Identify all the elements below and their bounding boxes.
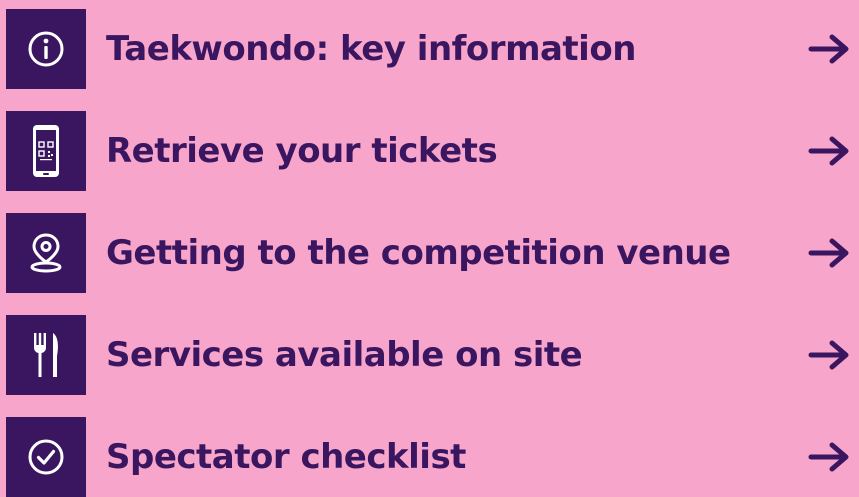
arrow-right-icon xyxy=(805,31,853,67)
checkmark-circle-icon xyxy=(6,417,86,497)
menu-item-services-on-site[interactable]: Services available on site xyxy=(6,315,859,395)
menu-item-label: Getting to the competition venue xyxy=(106,233,731,273)
menu-item-getting-to-venue[interactable]: Getting to the competition venue xyxy=(6,213,859,293)
menu-item-label: Taekwondo: key information xyxy=(106,29,636,69)
menu-item-retrieve-tickets[interactable]: Retrieve your tickets xyxy=(6,111,859,191)
map-pin-icon xyxy=(6,213,86,293)
menu-item-label: Retrieve your tickets xyxy=(106,131,498,171)
info-icon xyxy=(6,9,86,89)
info-menu: Taekwondo: key information Retrieve your… xyxy=(0,0,859,497)
menu-item-label: Spectator checklist xyxy=(106,437,466,477)
arrow-right-icon xyxy=(805,235,853,271)
arrow-right-icon xyxy=(805,337,853,373)
menu-item-key-information[interactable]: Taekwondo: key information xyxy=(6,9,859,89)
smartphone-qr-icon xyxy=(6,111,86,191)
arrow-right-icon xyxy=(805,439,853,475)
menu-item-label: Services available on site xyxy=(106,335,583,375)
fork-knife-icon xyxy=(6,315,86,395)
arrow-right-icon xyxy=(805,133,853,169)
menu-item-spectator-checklist[interactable]: Spectator checklist xyxy=(6,417,859,497)
